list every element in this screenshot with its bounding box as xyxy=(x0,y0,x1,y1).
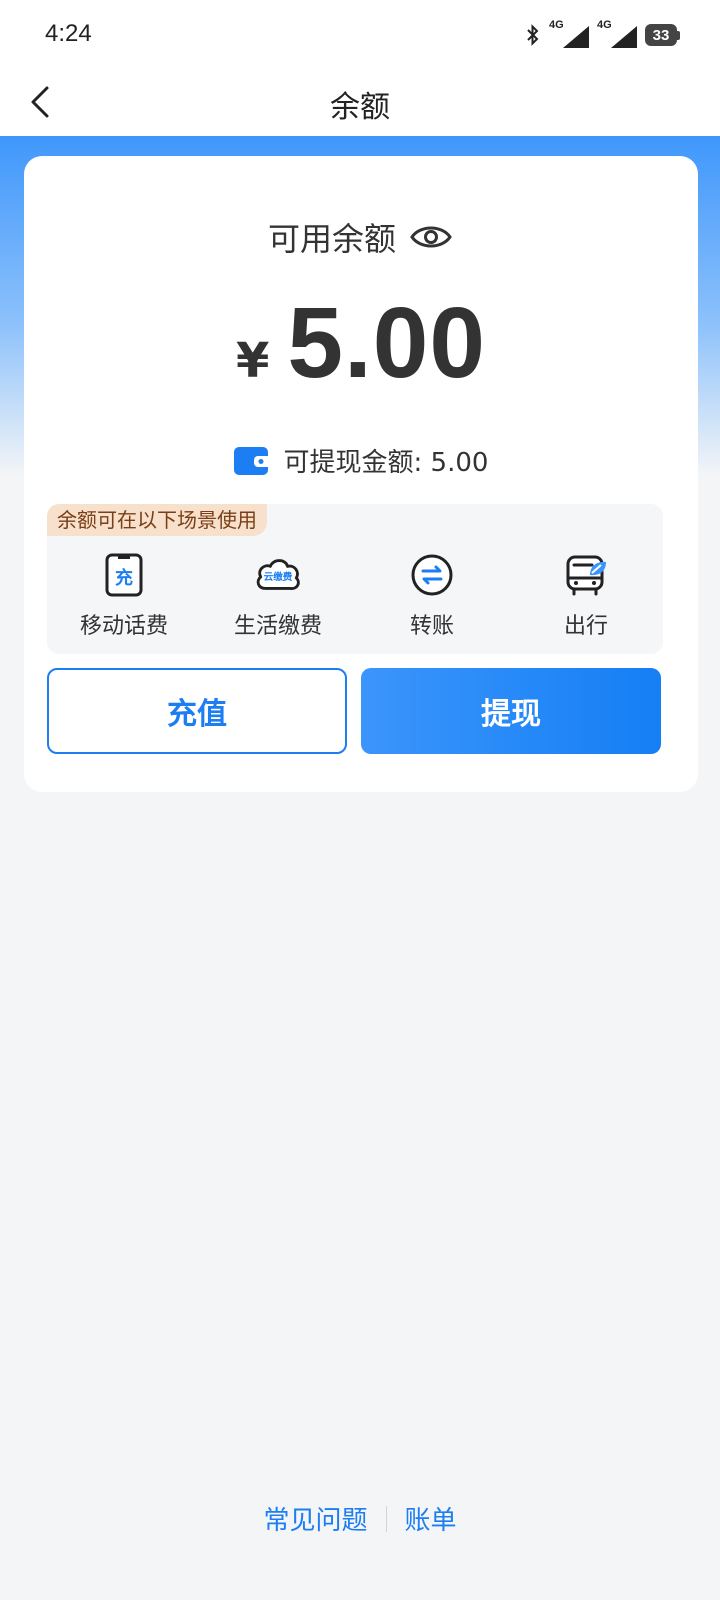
footer-links: 常见问题 账单 xyxy=(0,1500,720,1537)
balance-card: 可用余额 ¥ 5.00 可提现金额: 5.00 余额可在以下场景使用 充 移动话… xyxy=(24,156,698,792)
scene-label: 生活缴费 xyxy=(233,614,322,639)
status-icons: 4G 4G 33 xyxy=(525,19,680,48)
scene-transfer[interactable]: 转账 xyxy=(355,552,509,642)
withdrawable-row: 可提现金额: 5.00 xyxy=(24,442,698,479)
scene-mobile-recharge[interactable]: 充 移动话费 xyxy=(47,552,201,642)
bluetooth-icon xyxy=(527,24,539,46)
balance-label: 可用余额 xyxy=(267,220,396,258)
battery-icon: 33 xyxy=(645,24,680,46)
page-title: 余额 xyxy=(330,90,390,125)
status-time: 4:24 xyxy=(45,20,92,47)
svg-text:云缴费: 云缴费 xyxy=(264,571,293,583)
wallet-icon xyxy=(233,446,272,475)
battery-level: 33 xyxy=(645,24,677,46)
nav-bar: 余额 xyxy=(0,70,720,136)
usage-scenes: 余额可在以下场景使用 充 移动话费 云缴费 生活缴费 转账 出行 xyxy=(47,504,663,654)
scene-label: 转账 xyxy=(409,614,454,639)
scene-label: 移动话费 xyxy=(79,614,168,639)
withdrawable-amount: 可提现金额: 5.00 xyxy=(283,448,489,478)
balance-label-row: 可用余额 xyxy=(24,214,698,260)
eye-icon xyxy=(410,226,452,248)
usage-scenes-tag: 余额可在以下场景使用 xyxy=(47,504,267,536)
svg-text:充: 充 xyxy=(115,567,133,589)
footer-divider xyxy=(385,1505,387,1532)
bus-icon xyxy=(562,552,610,598)
signal-icon-1: 4G xyxy=(549,19,589,48)
scene-label: 出行 xyxy=(563,614,608,639)
recharge-button[interactable]: 充值 xyxy=(47,668,347,754)
bill-link[interactable]: 账单 xyxy=(405,1500,457,1537)
scene-utility-payment[interactable]: 云缴费 生活缴费 xyxy=(201,552,355,642)
withdraw-button[interactable]: 提现 xyxy=(361,668,661,754)
transfer-icon xyxy=(408,552,456,598)
faq-link[interactable]: 常见问题 xyxy=(263,1500,367,1537)
balance-amount-row: ¥ 5.00 xyxy=(24,286,698,401)
toggle-visibility-button[interactable] xyxy=(410,221,454,253)
cloud-pay-icon: 云缴费 xyxy=(254,552,302,598)
phone-recharge-icon: 充 xyxy=(100,552,148,598)
currency-symbol: ¥ xyxy=(235,333,270,389)
signal-icon-2: 4G xyxy=(597,19,637,48)
status-bar: 4:24 4G 4G 33 xyxy=(0,0,720,70)
scene-travel[interactable]: 出行 xyxy=(509,552,663,642)
balance-amount: 5.00 xyxy=(287,287,487,399)
